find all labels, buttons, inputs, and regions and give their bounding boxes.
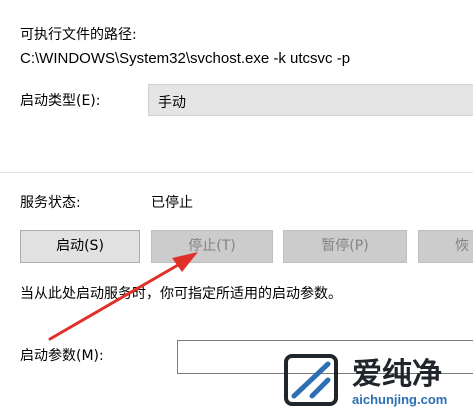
- executable-path-value: C:\WINDOWS\System32\svchost.exe -k utcsv…: [20, 50, 351, 67]
- section-divider: [0, 172, 473, 173]
- startup-type-dropdown[interactable]: 手动: [148, 84, 473, 116]
- startup-type-label: 启动类型(E):: [20, 93, 101, 109]
- stop-button[interactable]: 停止(T): [151, 230, 273, 263]
- startup-type-selected-value: 手动: [158, 95, 186, 111]
- start-parameters-label: 启动参数(M):: [20, 348, 104, 364]
- executable-path-label: 可执行文件的路径:: [20, 27, 137, 43]
- start-button[interactable]: 启动(S): [20, 230, 140, 263]
- service-status-label: 服务状态:: [20, 195, 81, 211]
- watermark-logo-mark: [291, 361, 331, 399]
- watermark-brand: 爱纯净: [352, 357, 442, 392]
- watermark-logo: 爱纯净 aichunjing.com: [284, 354, 447, 407]
- watermark-url: aichunjing.com: [352, 392, 447, 407]
- service-status-value: 已停止: [151, 195, 193, 211]
- start-parameters-hint: 当从此处启动服务时，你可指定所适用的启动参数。: [20, 286, 342, 302]
- pause-button[interactable]: 暂停(P): [283, 230, 407, 263]
- resume-button[interactable]: 恢: [418, 230, 473, 263]
